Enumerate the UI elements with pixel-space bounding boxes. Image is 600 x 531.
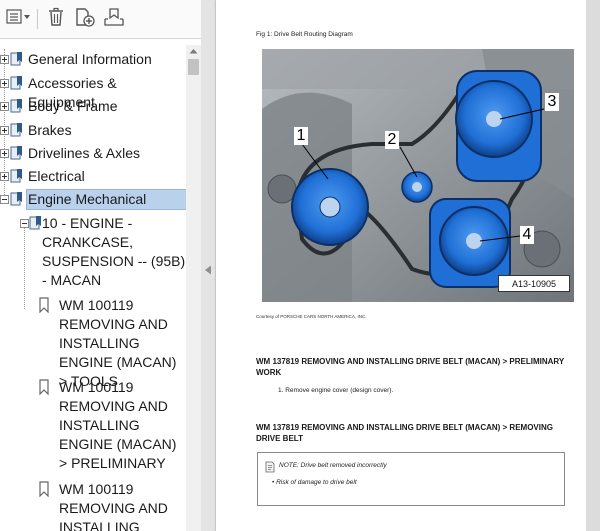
bookmark-label: Electrical — [28, 168, 85, 184]
callout-1: 1 — [294, 127, 308, 145]
bookmark-item-general-information[interactable]: General Information — [0, 50, 186, 70]
expand-bookmark-button[interactable] — [101, 7, 127, 31]
bookmark-ribbon-icon — [38, 379, 50, 400]
bookmarks-scrollbar[interactable] — [186, 45, 201, 531]
bookmark-icon — [10, 98, 25, 119]
figure-id-label: A13-10905 — [498, 275, 570, 292]
step-1-text: 1. Remove engine cover (design cover). — [278, 387, 394, 394]
add-bookmark-icon — [74, 7, 96, 32]
bookmark-label: WM 100119 REMOVING AND INSTALLING ENGINE… — [59, 297, 177, 389]
note-bullet: • Risk of damage to drive belt — [272, 479, 357, 486]
expand-icon[interactable] — [0, 126, 9, 135]
callout-3: 3 — [545, 93, 559, 111]
bookmark-item-drivelines-axles[interactable]: Drivelines & Axles — [0, 144, 186, 164]
engine-illustration — [262, 49, 574, 302]
bookmark-item-engine-mechanical[interactable]: Engine Mechanical — [0, 189, 186, 212]
figure-caption: Fig 1: Drive Belt Routing Diagram — [256, 31, 353, 38]
delete-bookmark-button[interactable] — [44, 7, 68, 31]
expand-icon[interactable] — [0, 172, 9, 181]
document-page: Fig 1: Drive Belt Routing Diagram 1 2 3 … — [216, 0, 586, 531]
expand-bookmark-icon — [102, 7, 126, 32]
expand-icon[interactable] — [0, 79, 9, 88]
new-bookmark-button[interactable] — [73, 7, 97, 31]
scroll-up-arrow-icon[interactable] — [186, 45, 201, 57]
expand-icon[interactable] — [0, 102, 9, 111]
trash-icon — [46, 7, 66, 32]
note-text: NOTE: Drive belt removed incorrectly — [279, 462, 387, 469]
bookmark-item-wm-100119-tools[interactable]: WM 100119 REMOVING AND INSTALLING ENGINE… — [0, 296, 186, 389]
bookmarks-panel: General Information Accessories & Equipm… — [0, 0, 202, 531]
bookmark-label: WM 100119 REMOVING AND INSTALLING ENGINE — [59, 481, 168, 531]
callout-4: 4 — [520, 226, 534, 244]
collapse-icon[interactable] — [20, 219, 29, 228]
bookmark-label: 10 - ENGINE - CRANKCASE, SUSPENSION -- (… — [42, 215, 186, 288]
note-box: NOTE: Drive belt removed incorrectly • R… — [257, 452, 565, 506]
bookmark-label: Drivelines & Axles — [28, 145, 141, 161]
heading-removing-drive-belt: WM 137819 REMOVING AND INSTALLING DRIVE … — [256, 423, 553, 443]
callout-2: 2 — [385, 131, 399, 149]
bookmark-icon — [10, 75, 25, 96]
bookmark-label: Engine Mechanical — [26, 189, 186, 210]
bookmark-icon — [10, 145, 25, 166]
options-menu-button[interactable] — [5, 7, 33, 31]
collapse-left-arrow-icon[interactable] — [204, 262, 212, 280]
panel-collapse-handle[interactable] — [201, 0, 215, 531]
list-options-icon — [6, 8, 32, 31]
viewer-gutter — [586, 0, 600, 531]
expand-icon[interactable] — [0, 149, 9, 158]
heading-preliminary-work: WM 137819 REMOVING AND INSTALLING DRIVE … — [256, 357, 565, 377]
bookmark-item-wm-100119-engine[interactable]: WM 100119 REMOVING AND INSTALLING ENGINE — [0, 480, 186, 531]
bookmark-icon — [10, 122, 25, 143]
courtesy-text: Courtesy of PORSCHE CARS NORTH AMERICA, … — [256, 314, 367, 319]
bookmark-tree: General Information Accessories & Equipm… — [0, 45, 186, 531]
bookmark-label: WM 100119 REMOVING AND INSTALLING ENGINE… — [59, 379, 177, 471]
scrollbar-thumb[interactable] — [188, 59, 199, 75]
note-icon — [264, 460, 276, 478]
bookmark-item-wm-100119-preliminary[interactable]: WM 100119 REMOVING AND INSTALLING ENGINE… — [0, 378, 186, 476]
bookmark-ribbon-icon — [38, 481, 50, 502]
bookmark-item-body-frame[interactable]: Body & Frame — [0, 97, 186, 117]
bookmarks-toolbar — [0, 0, 201, 39]
collapse-icon[interactable] — [0, 195, 9, 204]
toolbar-separator — [37, 9, 38, 29]
bookmark-icon — [10, 168, 25, 189]
bookmark-item-electrical[interactable]: Electrical — [0, 167, 186, 187]
bookmark-icon — [10, 191, 25, 212]
bookmark-icon — [10, 51, 25, 72]
bookmark-label: Body & Frame — [28, 98, 118, 114]
bookmark-item-brakes[interactable]: Brakes — [0, 121, 186, 141]
bookmark-item-accessories-equipment[interactable]: Accessories & Equipment — [0, 74, 186, 110]
expand-icon[interactable] — [0, 55, 9, 64]
drive-belt-diagram: 1 2 3 4 A13-10905 — [262, 49, 574, 302]
bookmark-item-10-engine-crankcase[interactable]: 10 - ENGINE - CRANKCASE, SUSPENSION -- (… — [0, 214, 186, 292]
bookmark-label: Brakes — [28, 122, 72, 138]
bookmark-label: General Information — [28, 51, 152, 67]
bookmark-ribbon-icon — [38, 297, 50, 318]
